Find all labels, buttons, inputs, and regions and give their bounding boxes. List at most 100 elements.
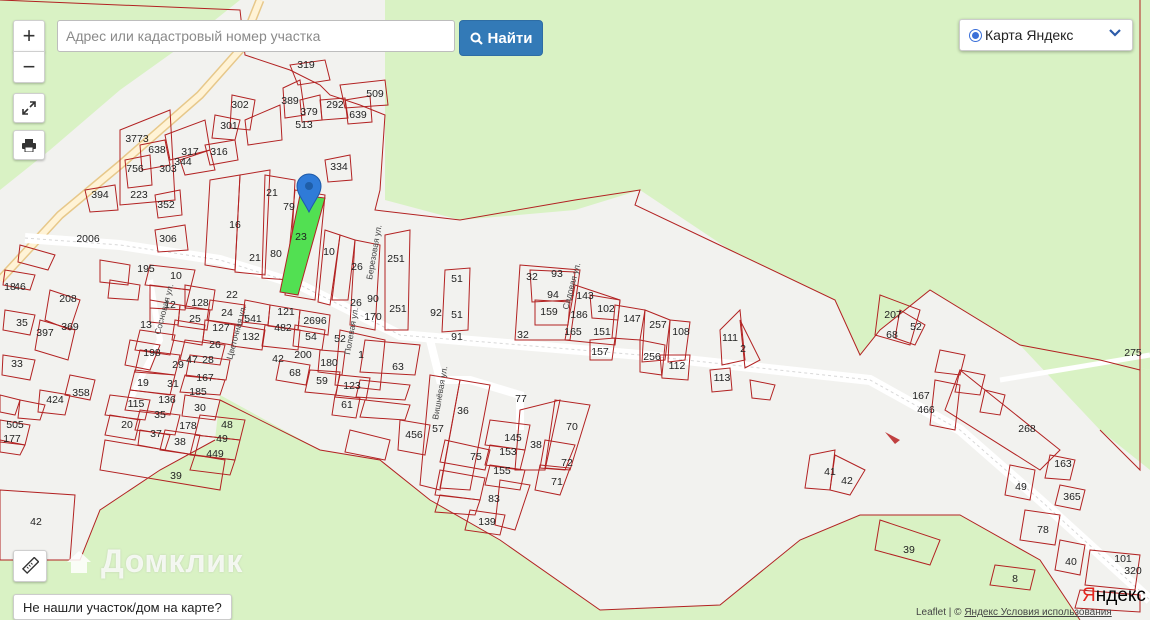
parcel-number-label: 75 — [470, 451, 482, 463]
parcel-number-label: 39 — [170, 470, 182, 482]
search-icon — [470, 32, 483, 45]
parcel-number-label: 37 — [150, 428, 162, 440]
parcel-number-label: 72 — [561, 457, 573, 469]
parcel-number-label: 68 — [886, 329, 898, 341]
parcel-number-label: 33 — [11, 358, 23, 370]
parcel-number-label: 8 — [1012, 573, 1018, 585]
parcel-number-label: 151 — [593, 326, 611, 338]
parcel-number-label: 365 — [1063, 491, 1081, 503]
parcel-number-label: 79 — [283, 201, 295, 213]
parcel-number-label: 42 — [841, 475, 853, 487]
parcel-number-label: 68 — [289, 367, 301, 379]
parcel-number-label: 306 — [159, 233, 177, 245]
parcel-number-label: 63 — [392, 361, 404, 373]
attribution-links[interactable]: Яндекс Условия использования — [964, 607, 1111, 618]
parcel-number-label: 482 — [274, 322, 292, 334]
search-input[interactable] — [57, 20, 455, 52]
parcel-number-label: 19 — [137, 377, 149, 389]
parcel-number-label: 21 — [249, 252, 261, 264]
parcel-number-label: 756 — [126, 163, 144, 175]
parcel-number-label: 389 — [281, 95, 299, 107]
parcel-number-label: 509 — [366, 88, 384, 100]
parcel-number-label: 128 — [191, 297, 209, 309]
map-canvas[interactable]: 319 509 389 379 292 639 302 301 513 3773 638 317 344… — [0, 0, 1150, 620]
parcel-number-label: 195 — [137, 263, 155, 275]
domclick-watermark: Домклик — [65, 543, 243, 580]
parcel-number-label: 32 — [526, 271, 538, 283]
parcel-number-label: 178 — [179, 420, 197, 432]
find-button[interactable]: Найти — [459, 20, 543, 56]
parcel-number-label: 18 — [4, 281, 16, 293]
ruler-button[interactable] — [13, 550, 47, 582]
parcel-number-label: 369 — [61, 321, 79, 333]
parcel-number-label: 456 — [405, 429, 423, 441]
parcel-number-label: 42 — [272, 353, 284, 365]
print-button[interactable] — [13, 130, 45, 160]
fullscreen-button[interactable] — [13, 93, 45, 123]
radio-selected-icon — [969, 28, 982, 42]
parcel-number-label: 29 — [172, 359, 184, 371]
attribution-prefix: Leaflet | © — [916, 607, 965, 618]
parcel-number-label: 49 — [216, 433, 228, 445]
parcel-number-label: 40 — [1065, 556, 1077, 568]
parcel-number-label: 21 — [266, 187, 278, 199]
parcel-number-label: 180 — [320, 357, 338, 369]
parcel-number-label: 251 — [389, 303, 407, 315]
parcel-number-label: 10 — [323, 246, 335, 258]
parcel-number-label: 113 — [714, 372, 731, 384]
parcel-number-label: 26 — [351, 261, 363, 273]
parcel-number-label: 20 — [121, 419, 133, 431]
parcel-number-label: 30 — [194, 402, 206, 414]
parcel-number-label: 352 — [157, 199, 175, 211]
parcel-number-label: 70 — [566, 421, 578, 433]
parcel-number-label: 26 — [209, 339, 221, 351]
parcel-number-label: 51 — [451, 309, 463, 321]
house-logo-icon — [67, 551, 91, 573]
parcel-number-label: 61 — [341, 399, 353, 411]
parcel-number-label: 42 — [30, 516, 42, 528]
parcel-number-label: 108 — [672, 326, 690, 338]
not-found-button[interactable]: Не нашли участок/дом на карте? — [13, 594, 232, 620]
parcel-number-label: 101 — [1114, 553, 1132, 565]
parcel-number-label: 94 — [547, 289, 559, 301]
parcel-number-label: 71 — [551, 476, 563, 488]
parcel-number-label: 80 — [270, 248, 282, 260]
parcel-number-label: 157 — [591, 346, 609, 358]
parcel-number-label: 24 — [221, 307, 233, 319]
parcel-number-label: 639 — [349, 109, 367, 121]
parcel-number-label: 77 — [515, 393, 527, 405]
parcel-number-label: 35 — [16, 317, 28, 329]
parcel-number-label: 16 — [229, 219, 241, 231]
parcel-number-label: 48 — [221, 419, 233, 431]
parcel-number-label: 344 — [174, 156, 192, 168]
parcel-number-label: 449 — [206, 448, 224, 460]
parcel-number-label: 159 — [540, 306, 558, 318]
parcel-number-label: 208 — [59, 293, 77, 305]
zoom-out-button[interactable]: − — [13, 51, 45, 83]
parcel-number-label: 57 — [432, 423, 444, 435]
parcel-number-label: 121 — [277, 306, 295, 318]
parcel-number-label: 2 — [740, 343, 746, 355]
parcel-number-label: 257 — [649, 319, 667, 331]
printer-icon — [22, 139, 36, 152]
parcel-number-label: 46 — [14, 281, 26, 293]
parcel-number-label: 177 — [3, 433, 21, 445]
chevron-down-icon — [1108, 25, 1122, 42]
parcel-number-label: 165 — [564, 326, 582, 338]
parcel-number-label: 123 — [343, 380, 361, 392]
parcel-number-label: 541 — [244, 313, 262, 325]
parcel-number-label: 102 — [597, 303, 615, 315]
zoom-in-button[interactable]: + — [13, 20, 45, 52]
parcel-number-label: 143 — [576, 290, 594, 302]
parcel-number-label: 466 — [917, 404, 935, 416]
parcel-number-label: 91 — [451, 331, 463, 343]
parcel-number-label: 36 — [457, 405, 469, 417]
parcel-number-label: 145 — [504, 432, 522, 444]
map-layer-select[interactable]: Карта Яндекс — [959, 19, 1133, 51]
parcel-number-label: 25 — [189, 313, 201, 325]
parcel-number-label: 167 — [912, 390, 930, 402]
parcel-number-label: 47 — [186, 354, 198, 366]
parcel-number-label: 268 — [1018, 423, 1036, 435]
parcel-number-label: 52 — [910, 321, 922, 333]
parcel-number-label: 397 — [36, 327, 54, 339]
